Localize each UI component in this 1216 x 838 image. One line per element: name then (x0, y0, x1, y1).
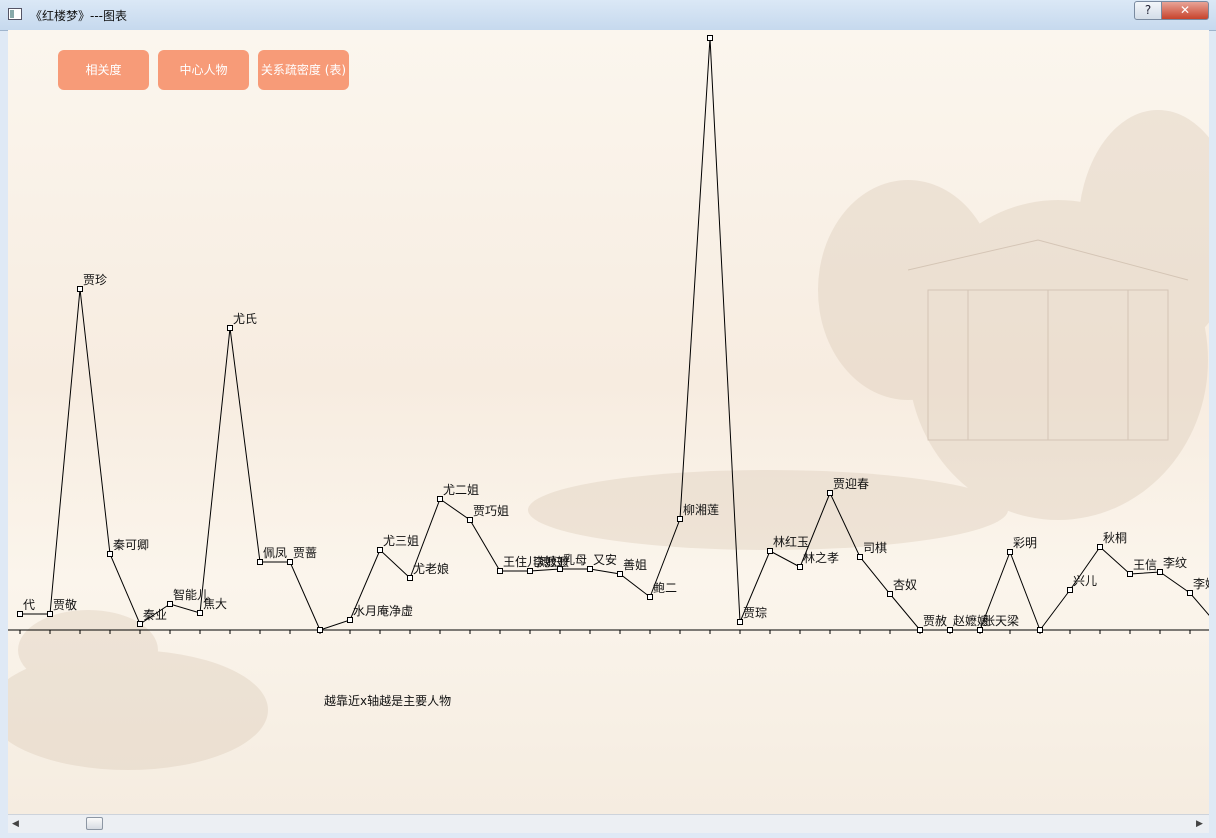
data-point (887, 591, 893, 597)
scroll-left-icon[interactable]: ◀ (12, 819, 19, 829)
data-label: 贾蔷 (293, 546, 317, 560)
data-point (947, 627, 953, 633)
data-point (527, 568, 533, 574)
app-icon (8, 8, 22, 20)
data-point (467, 517, 473, 523)
data-point (167, 601, 173, 607)
chart-hint: 越靠近x轴越是主要人物 (324, 694, 452, 708)
data-point (857, 554, 863, 560)
data-label: 王信 (1133, 558, 1157, 572)
data-point (1187, 590, 1193, 596)
data-point (977, 627, 983, 633)
data-label: 司棋 (863, 541, 887, 555)
data-label: 善姐 (623, 557, 647, 572)
data-label: 秦可卿 (113, 538, 149, 552)
data-point (287, 559, 293, 565)
data-point (707, 35, 713, 41)
data-label: 代 (23, 598, 35, 612)
data-label: 李婶 (1193, 576, 1209, 591)
character-line-chart: 代贾敬贾珍秦可卿秦业智能儿焦大尤氏佩凤 贾蔷水月庵净虚尤三姐尤老娘尤二姐贾巧姐王住… (8, 35, 1209, 634)
data-label: 尤氏 (233, 312, 257, 326)
data-label: 尤二姐 (443, 483, 479, 497)
data-label: 焦大 (203, 597, 227, 611)
data-point (347, 617, 353, 623)
scroll-right-icon[interactable]: ▶ (1196, 819, 1203, 829)
scroll-thumb[interactable] (86, 817, 103, 830)
data-point (77, 286, 83, 292)
data-point (737, 619, 743, 625)
data-point (917, 627, 923, 633)
data-point (377, 547, 383, 553)
data-label: 鲍二 (653, 581, 677, 595)
horizontal-scrollbar[interactable]: ◀ ▶ (8, 814, 1209, 833)
window-titlebar: 《红楼梦》---图表 ? ✕ (0, 0, 1216, 31)
data-label: 杏奴 (893, 578, 917, 592)
data-label: 林红玉 (773, 534, 809, 549)
data-label: 贾敬 (53, 598, 77, 612)
data-point (1157, 569, 1163, 575)
data-label: 张天梁 (983, 613, 1019, 628)
data-label: 彩明 (1013, 536, 1037, 550)
data-point (677, 516, 683, 522)
help-button[interactable]: ? (1134, 1, 1162, 20)
data-point (797, 564, 803, 570)
data-point (497, 568, 503, 574)
data-point (227, 325, 233, 331)
data-label: 秋桐 (1103, 531, 1127, 545)
data-point (197, 610, 203, 616)
data-label: 柳湘莲 (683, 502, 719, 517)
data-point (647, 594, 653, 600)
data-point (47, 611, 53, 617)
data-label: 贾巧姐 (473, 504, 509, 518)
close-button[interactable]: ✕ (1161, 1, 1209, 20)
data-point (17, 611, 23, 617)
data-point (107, 551, 113, 557)
data-point (1067, 587, 1073, 593)
data-label: 贾迎春 (833, 477, 869, 491)
data-label: 尤老娘 (413, 561, 449, 576)
data-point (1097, 544, 1103, 550)
data-point (617, 571, 623, 577)
data-label: 乳母 (563, 553, 587, 567)
data-label: 水月庵净虚 (353, 603, 413, 618)
data-label: 李纹 (1163, 555, 1187, 570)
data-label: 又安 (593, 552, 617, 567)
data-label: 尤三姐 (383, 534, 419, 548)
data-point (137, 621, 143, 627)
data-point (587, 566, 593, 572)
data-point (827, 490, 833, 496)
data-label: 佩凤 (263, 546, 287, 560)
data-point (407, 575, 413, 581)
data-point (437, 496, 443, 502)
data-label: 林之孝 (803, 551, 839, 565)
data-point (257, 559, 263, 565)
data-point (1007, 549, 1013, 555)
data-point (767, 548, 773, 554)
window-title: 《红楼梦》---图表 (30, 9, 127, 23)
data-point (1037, 627, 1043, 633)
data-label: 贾赦 (923, 613, 947, 628)
data-label: 贾琮 (743, 606, 767, 620)
data-label: 贾珍 (83, 273, 107, 287)
data-point (317, 627, 323, 633)
chart-canvas: 相关度 中心人物 关系疏密度 (表) 代贾敬 贾珍 秦可卿 秦业 智能儿 焦大 尤氏 佩凤 贾蔷… (8, 30, 1209, 814)
data-label: 秦业 (143, 608, 167, 622)
data-point (1127, 571, 1133, 577)
data-label: 兴儿 (1073, 574, 1097, 588)
